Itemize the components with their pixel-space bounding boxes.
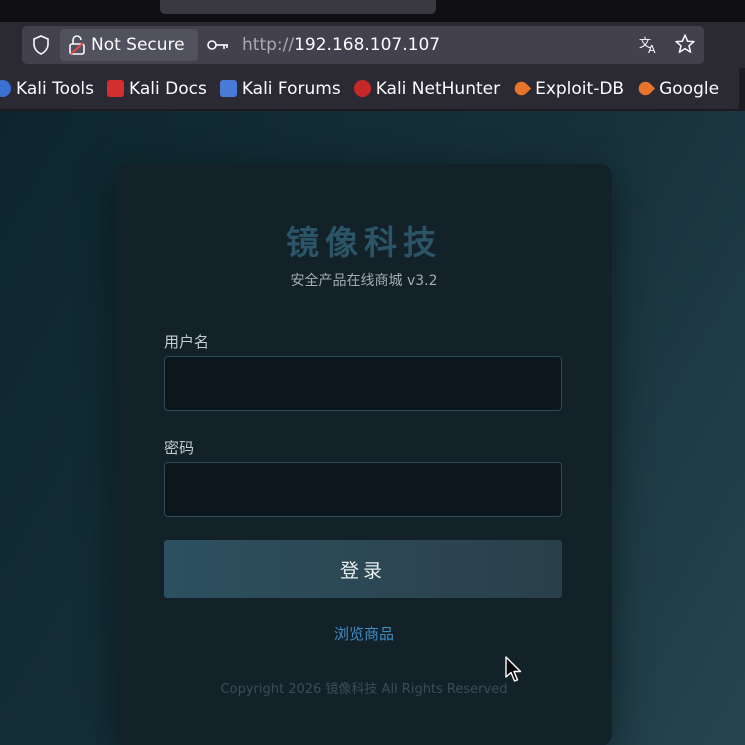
google-icon	[635, 78, 656, 99]
bookmarks-bar: Kali Tools Kali Docs Kali Forums Kali Ne…	[0, 68, 739, 110]
svg-text:A: A	[648, 43, 656, 55]
login-button[interactable]: 登录	[164, 540, 562, 598]
kali-tools-icon	[0, 80, 11, 97]
translate-icon[interactable]: 文A	[638, 33, 660, 59]
bookmark-kali-tools[interactable]: Kali Tools	[0, 79, 94, 99]
bookmark-kali-docs[interactable]: Kali Docs	[107, 79, 207, 99]
url-bar[interactable]: Not Secure http://192.168.107.107 文A	[22, 26, 704, 64]
url-protocol: http://	[242, 35, 295, 55]
copyright-text: Copyright 2026 镜像科技 All Rights Reserved	[220, 682, 508, 697]
bookmark-google[interactable]: Google	[635, 78, 720, 99]
bookmark-label: Kali NetHunter	[375, 78, 501, 99]
login-card: 镜像科技 安全产品在线商城 v3.2 用户名 密码 登录 浏览商品 Copyri…	[116, 164, 612, 745]
active-tab[interactable]	[160, 0, 436, 14]
username-input[interactable]	[164, 356, 562, 411]
unlocked-lock-icon	[69, 35, 85, 55]
url-text[interactable]: http://192.168.107.107	[242, 35, 440, 55]
navigation-bar: Not Secure http://192.168.107.107 文A	[0, 22, 745, 68]
kali-docs-icon	[107, 80, 124, 97]
exploit-db-icon	[511, 78, 532, 99]
browse-products-link[interactable]: 浏览商品	[116, 623, 612, 644]
not-secure-label: Not Secure	[91, 35, 185, 55]
password-input[interactable]	[164, 462, 562, 517]
kali-forums-icon	[219, 80, 237, 97]
bookmark-star-icon[interactable]	[674, 33, 696, 59]
bookmark-exploit-db[interactable]: Exploit-DB	[511, 78, 625, 99]
username-label: 用户名	[164, 333, 210, 351]
tab-strip	[0, 0, 745, 22]
bookmark-label: Kali Tools	[16, 78, 94, 99]
page-content: 镜像科技 安全产品在线商城 v3.2 用户名 密码 登录 浏览商品 Copyri…	[0, 111, 745, 745]
not-secure-indicator[interactable]: Not Secure	[60, 29, 198, 61]
mouse-cursor-icon	[505, 656, 523, 688]
password-label: 密码	[164, 439, 195, 457]
bookmark-kali-nethunter[interactable]: Kali NetHunter	[353, 78, 501, 99]
bookmark-label: Kali Forums	[241, 78, 341, 99]
url-host: 192.168.107.107	[294, 35, 441, 55]
bookmark-label: Exploit-DB	[535, 78, 625, 99]
bookmark-label: Google	[659, 78, 720, 99]
key-icon[interactable]	[206, 35, 230, 59]
shield-icon[interactable]	[30, 34, 52, 56]
bookmark-label: Kali Docs	[129, 78, 207, 99]
brand-title: 镜像科技	[286, 223, 442, 262]
kali-nethunter-icon	[353, 80, 371, 97]
bookmark-kali-forums[interactable]: Kali Forums	[219, 78, 341, 99]
brand-subtitle: 安全产品在线商城 v3.2	[290, 273, 438, 289]
